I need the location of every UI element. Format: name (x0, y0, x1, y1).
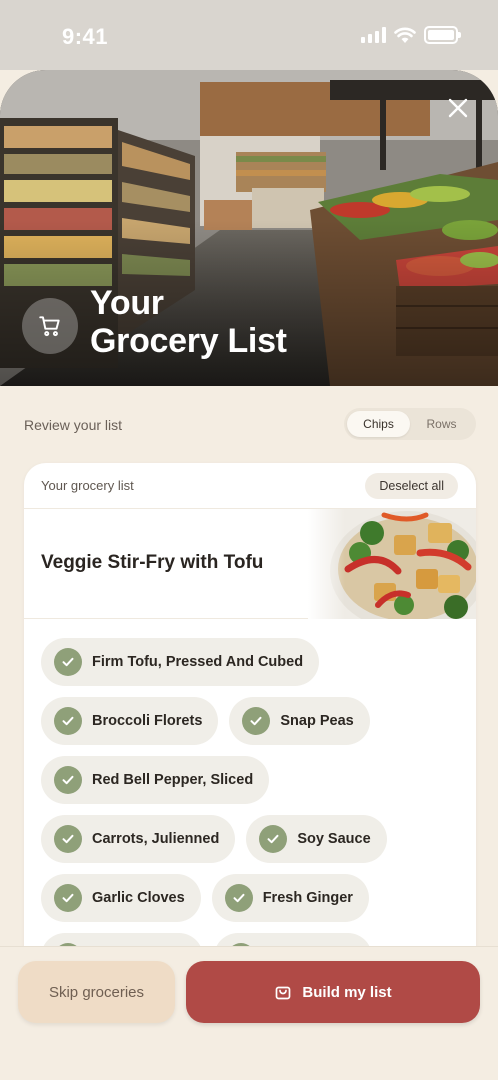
recipe-name: Veggie Stir-Fry with Tofu (41, 552, 264, 573)
skip-groceries-button[interactable]: Skip groceries (18, 961, 175, 1023)
check-icon (54, 648, 82, 676)
wifi-icon (394, 27, 416, 43)
ingredient-label: Snap Peas (280, 713, 354, 729)
ingredient-chip[interactable]: Soy Sauce (246, 815, 387, 863)
ingredient-label: Fresh Ginger (262, 890, 353, 906)
grocery-list-card: Your grocery list Deselect all Veggie St… (24, 463, 476, 983)
check-icon (224, 884, 253, 912)
signal-icon (361, 27, 386, 43)
view-toggle: Chips Rows (344, 408, 476, 440)
close-icon[interactable] (446, 96, 470, 120)
shopping-bag-icon (276, 986, 291, 1000)
ingredient-label: Broccoli Florets (92, 713, 203, 729)
ingredient-chip[interactable]: Red Bell Pepper, Sliced (41, 756, 270, 804)
page-title: Your Grocery List (90, 284, 287, 360)
check-icon (54, 884, 82, 912)
ingredient-chip[interactable]: Garlic Cloves (41, 874, 201, 922)
ingredient-chip[interactable]: Carrots, Julienned (41, 815, 236, 863)
ingredient-chip[interactable]: Fresh Ginger (211, 874, 369, 922)
cart-badge (22, 298, 78, 354)
hero-banner: Your Grocery List (0, 70, 498, 386)
toggle-rows[interactable]: Rows (410, 411, 473, 437)
check-icon (54, 707, 82, 735)
ingredient-chips: Firm Tofu, Pressed And Cubed Broccoli Fl… (41, 638, 461, 983)
card-header: Your grocery list Deselect all (24, 463, 476, 509)
check-icon (54, 825, 82, 853)
build-list-button[interactable]: Build my list (186, 961, 480, 1023)
recipe-header: Veggie Stir-Fry with Tofu (24, 509, 476, 619)
cart-icon (39, 316, 60, 337)
battery-icon (424, 26, 461, 44)
ingredient-chip[interactable]: Firm Tofu, Pressed And Cubed (41, 638, 320, 686)
ingredient-chip[interactable]: Broccoli Florets (41, 697, 219, 745)
status-time: 9:41 (62, 24, 109, 49)
card-header-label: Your grocery list (41, 478, 134, 493)
recipe-image (308, 509, 476, 619)
ingredient-label: Carrots, Julienned (92, 831, 220, 847)
deselect-all-button[interactable]: Deselect all (365, 472, 458, 499)
toggle-chips[interactable]: Chips (347, 411, 410, 437)
ingredient-label: Soy Sauce (297, 831, 371, 847)
check-icon (242, 707, 271, 735)
check-icon (54, 766, 82, 794)
ingredient-chip[interactable]: Snap Peas (229, 697, 370, 745)
page-title-line2: Grocery List (90, 322, 287, 360)
bottom-action-bar: Skip groceries Build my list (0, 946, 498, 1080)
page-title-line1: Your (90, 284, 164, 322)
ingredient-label: Garlic Cloves (92, 890, 185, 906)
status-icons (361, 26, 461, 44)
ingredient-label: Firm Tofu, Pressed And Cubed (92, 654, 304, 670)
status-bar: 9:41 (0, 0, 498, 70)
ingredient-label: Red Bell Pepper, Sliced (92, 772, 254, 788)
check-icon (259, 825, 288, 853)
review-label: Review your list (24, 417, 123, 433)
build-list-label: Build my list (302, 983, 392, 1001)
